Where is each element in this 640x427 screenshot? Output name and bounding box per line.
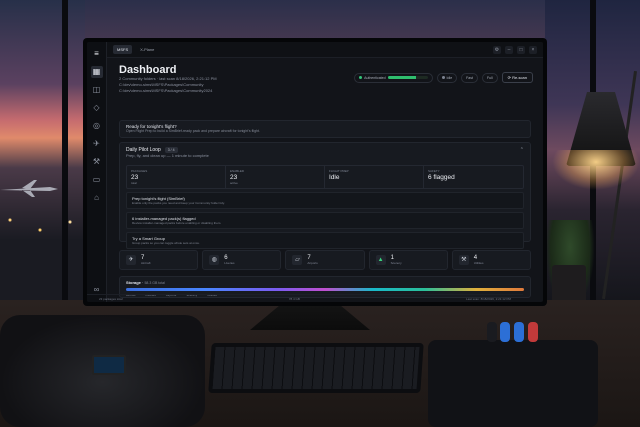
minimize-icon[interactable]: – <box>505 45 513 54</box>
wrench-icon[interactable]: ⚒ <box>91 156 103 168</box>
stat-sub: active <box>230 181 238 185</box>
maximize-icon[interactable]: □ <box>517 45 525 54</box>
monitor: ≡ ▦ ◫ ◇ ◎ ✈ ⚒ ▭ ⌂ ∞ ⚙ ● MSFS X-Plane ⚙ –… <box>83 38 547 306</box>
mode-full[interactable]: Full <box>481 72 498 83</box>
layers-icon[interactable]: ◫ <box>91 84 103 96</box>
throttle-quadrant <box>428 340 598 427</box>
tile-liveries[interactable]: ◍ 6 Liveries <box>202 250 282 270</box>
top-bar: MSFS X-Plane ⚙ – □ × <box>107 42 543 58</box>
status-dot-icon <box>359 76 363 79</box>
plant-pot <box>552 265 586 305</box>
mountain-icon: ▲ <box>375 255 386 265</box>
status-dot-icon <box>441 76 445 79</box>
mixture-lever <box>528 322 538 342</box>
tab-msfs[interactable]: MSFS <box>113 45 133 54</box>
tab-xplane[interactable]: X-Plane <box>136 45 158 54</box>
rescan-label: Re-scan <box>512 75 527 80</box>
runway-lights <box>0 210 85 250</box>
tile-aircraft[interactable]: ✈ 7 Aircraft <box>119 250 199 270</box>
sim-label: Idle <box>446 75 453 80</box>
stat-value: 6 flagged <box>428 174 455 181</box>
ready-banner[interactable]: Ready for tonight's flight? Open Flight … <box>119 120 531 138</box>
tile-label: Scenery <box>390 261 402 265</box>
globe-icon: ◍ <box>209 255 220 265</box>
window-left <box>0 0 85 300</box>
rescan-button[interactable]: ⟳ Re-scan <box>501 72 533 83</box>
sidebar: ≡ ▦ ◫ ◇ ◎ ✈ ⚒ ▭ ⌂ ∞ ⚙ ● <box>87 42 107 302</box>
logo-icon: ≡ <box>94 49 99 58</box>
stat-sub: total <box>131 181 137 185</box>
loop-stats: Packages 23 total Enabled 23 active Flig… <box>126 165 524 189</box>
storage-header: Storage · 58.3 GB total <box>126 280 165 285</box>
stat-label: Safety <box>428 169 440 173</box>
status-footer: 23 packages total 78.4 GB Last scan: 8/1… <box>87 294 523 302</box>
scan-progress <box>387 76 428 79</box>
yoke-display <box>92 355 126 375</box>
settings-icon[interactable]: ⚙ <box>493 45 501 54</box>
step-desc: Group packs so you can toggle whole sets… <box>132 241 200 245</box>
daily-pilot-loop: Daily Pilot Loop 3 / 4 ⌃ Prep, fly, and … <box>119 142 531 249</box>
plane-icon: ✈ <box>126 255 136 265</box>
tile-label: Utilities <box>473 261 484 265</box>
tile-label: Liveries <box>224 261 235 265</box>
step-desc: Review installer-managed packs before en… <box>132 221 222 225</box>
stat-enabled: Enabled 23 active <box>226 166 325 188</box>
package-icon[interactable]: ◇ <box>91 102 103 114</box>
prop-lever <box>500 322 510 342</box>
map-icon: ▱ <box>292 255 303 265</box>
collapse-icon[interactable]: ⌃ <box>520 147 524 153</box>
footer-left: 23 packages total <box>99 296 123 301</box>
keyboard <box>208 343 424 393</box>
main-content: Dashboard 2 Community folders · last sca… <box>107 58 543 302</box>
stat-safety: Safety 6 flagged <box>424 166 523 188</box>
tile-airports[interactable]: ▱ 7 Airports <box>285 250 365 270</box>
throttle-lever <box>487 322 497 342</box>
plane-icon[interactable]: ✈ <box>91 138 103 150</box>
ready-desc: Open Flight Prep to build a SimBrief-rea… <box>126 129 260 133</box>
tile-scenery[interactable]: ▲ 1 Scenery <box>368 250 448 270</box>
storage-bar <box>126 288 524 291</box>
auth-status: Authenticated <box>354 72 433 83</box>
window-frame <box>62 0 68 300</box>
close-icon[interactable]: × <box>529 45 537 54</box>
stat-flight-prep: Flight Prep Idle <box>325 166 424 188</box>
app-window: ≡ ▦ ◫ ◇ ◎ ✈ ⚒ ▭ ⌂ ∞ ⚙ ● MSFS X-Plane ⚙ –… <box>87 42 543 302</box>
storage-title: Storage <box>126 280 141 285</box>
tag-icon[interactable]: ⌂ <box>91 192 103 204</box>
tile-label: Airports <box>307 261 318 265</box>
step-flagged[interactable]: 6 installer-managed pack(s) flagged Revi… <box>126 212 524 229</box>
mode-fast[interactable]: Fast <box>461 72 478 83</box>
prop-lever <box>514 322 524 342</box>
compass-icon[interactable]: ◎ <box>91 120 103 132</box>
community-path-2: C:\dev\demo-sims\MSFS\Packages\Community… <box>119 88 213 93</box>
lamp-glow <box>552 150 640 190</box>
auth-label: Authenticated <box>364 75 386 80</box>
wrench-icon: ⚒ <box>458 255 469 265</box>
photo-scene: ≡ ▦ ◫ ◇ ◎ ✈ ⚒ ▭ ⌂ ∞ ⚙ ● MSFS X-Plane ⚙ –… <box>0 0 640 427</box>
loop-sub: Prep, fly, and clean up — 1 minute to co… <box>126 153 209 158</box>
tile-label: Aircraft <box>141 261 151 265</box>
stat-value: Idle <box>329 174 340 181</box>
storage-size: 58.3 GB total <box>144 281 165 285</box>
stat-label: Flight Prep <box>329 169 349 173</box>
footer-center: 78.4 GB <box>288 296 300 301</box>
step-smart-group[interactable]: Try a Smart Group Group packs so you can… <box>126 232 524 249</box>
footer-right: Last scan: 8/18/2026, 2:21:12 PM <box>466 296 511 301</box>
folder-icon[interactable]: ▭ <box>91 174 103 186</box>
tile-utilities[interactable]: ⚒ 4 Utilities <box>451 250 531 270</box>
airliner-silhouette <box>0 180 58 197</box>
stat-label: Enabled <box>230 169 245 173</box>
stat-label: Packages <box>131 169 148 173</box>
stat-packages: Packages 23 total <box>127 166 226 188</box>
stat-value: 23 <box>230 174 238 181</box>
stat-value: 23 <box>131 174 139 181</box>
grid-icon[interactable]: ▦ <box>90 66 103 78</box>
window-controls: ⚙ – □ × <box>493 45 537 54</box>
step-desc: Enable only the packs you need and keep … <box>132 201 225 205</box>
step-prep-flight[interactable]: Prep tonight's flight (SimBrief) Enable … <box>126 192 524 209</box>
category-tiles: ✈ 7 Aircraft ◍ 6 Liveries ▱ 7 Airports ▲ 1S… <box>119 250 531 270</box>
status-row: Authenticated Idle Fast Full ⟳ Re-scan <box>354 72 533 83</box>
sim-status: Idle <box>436 72 458 83</box>
